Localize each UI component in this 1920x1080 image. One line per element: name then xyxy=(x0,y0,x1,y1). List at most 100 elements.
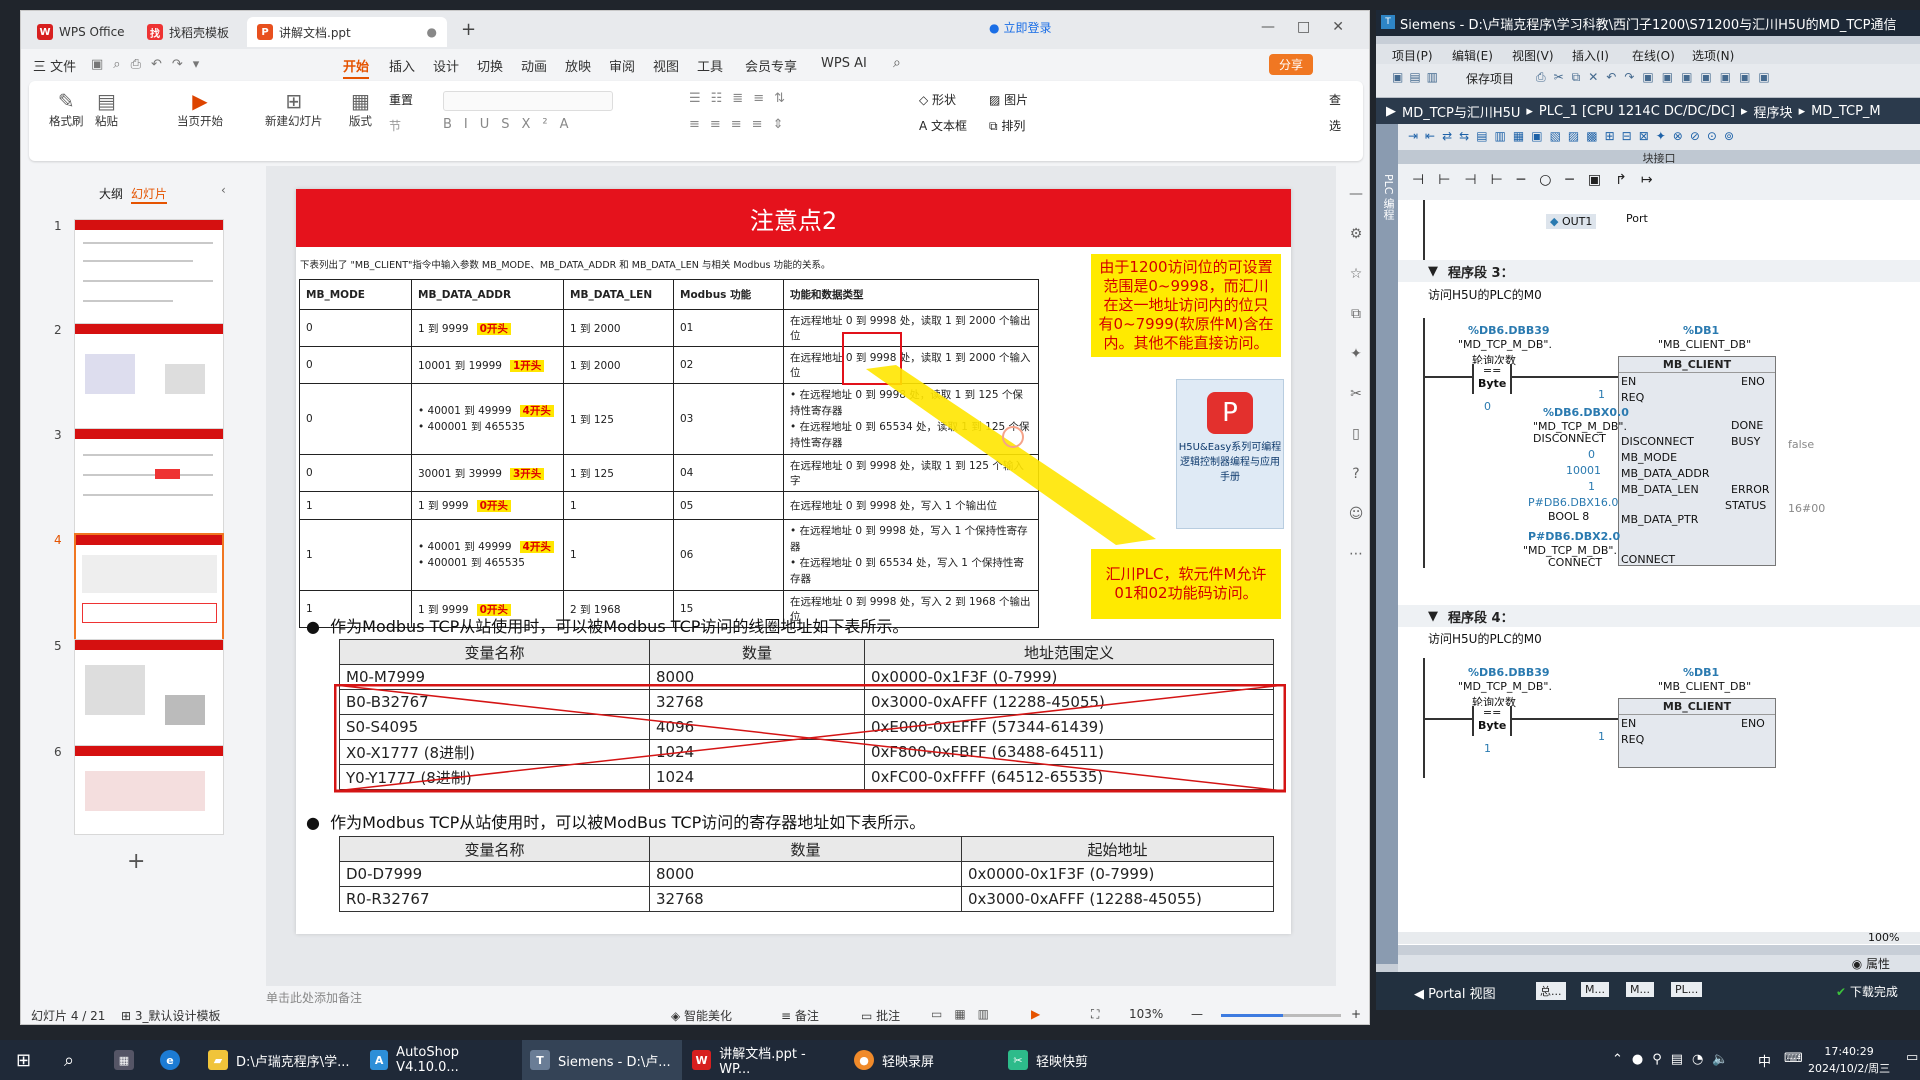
breadcrumb-item[interactable]: PLC_1 [CPU 1214C DC/DC/DC] xyxy=(1539,104,1735,119)
tab-wps-office[interactable]: W WPS Office xyxy=(27,17,135,47)
search-button[interactable]: ⌕ xyxy=(56,1040,82,1080)
ladder-element-icons[interactable]: ⊣⊢⊣⊢─○─▣↱↦ xyxy=(1412,172,1667,188)
browser-button[interactable]: e xyxy=(152,1040,188,1080)
minus-icon[interactable]: — xyxy=(1347,186,1365,204)
paste-button[interactable]: ▤ 粘贴 xyxy=(95,89,118,129)
clock[interactable]: 17:40:29 2024/10/2/周三 xyxy=(1808,1043,1890,1077)
help-icon[interactable]: ? xyxy=(1347,466,1365,484)
compare-contact[interactable]: == Byte xyxy=(1472,706,1513,736)
toolbar-file-icons[interactable]: ▣▤▥ xyxy=(1392,70,1444,84)
paragraph-icons[interactable]: ☰☷≣≡⇅ xyxy=(689,91,795,106)
play-from-current-button[interactable]: ▶ 当页开始 xyxy=(177,89,223,129)
menu-transition[interactable]: 切换 xyxy=(477,56,503,75)
picture-button[interactable]: ▨ 图片 xyxy=(989,91,1028,108)
ime-indicator[interactable]: 中 xyxy=(1758,1051,1771,1070)
zoom-in-icon[interactable]: + xyxy=(1351,1007,1361,1021)
save-project-button[interactable]: 保存项目 xyxy=(1466,70,1514,87)
outline-tab[interactable]: 大纲 xyxy=(99,185,123,202)
slide-thumbnail-1[interactable] xyxy=(74,219,224,331)
network-4-header[interactable]: ▼ 程序段 4： xyxy=(1398,605,1920,627)
find-button[interactable]: 查 xyxy=(1329,91,1341,108)
calculator-button[interactable]: ▦ xyxy=(106,1040,142,1080)
properties-tab[interactable]: ◉ 属性 xyxy=(1398,955,1920,972)
menu-wps-ai[interactable]: WPS AI xyxy=(821,56,867,71)
editor-tab[interactable]: M... xyxy=(1626,982,1654,997)
slide-thumbnail-4-selected[interactable] xyxy=(74,533,224,645)
layout-button[interactable]: ▦ 版式 xyxy=(349,89,372,129)
login-button[interactable]: ● 立即登录 xyxy=(989,19,1052,36)
zoom-select[interactable]: 100% xyxy=(1868,931,1899,944)
taskbar-explorer[interactable]: ▰ D:\卢瑞克程序\学... xyxy=(200,1040,360,1080)
menu-file[interactable]: 三 文件 xyxy=(33,56,76,75)
block-toolbar-icons[interactable]: ⇥⇤⇄⇆▤▥▦▣▧▨▩⊞⊟⊠✦⊗⊘⊙⊚ xyxy=(1408,129,1741,143)
menu-review[interactable]: 审阅 xyxy=(609,56,635,75)
ladder-editor-workspace[interactable]: ◆ OUT1 Port ▼ 程序段 3： 访问H5U的PLC的M0 %DB6.DB… xyxy=(1398,200,1920,945)
breadcrumb-item[interactable]: 程序块 xyxy=(1754,102,1793,121)
menu-slideshow[interactable]: 放映 xyxy=(565,56,591,75)
section-button[interactable]: 节 xyxy=(389,117,401,134)
menu-view[interactable]: 视图(V) xyxy=(1512,47,1554,64)
collapse-panel-icon[interactable]: ‹ xyxy=(221,183,226,197)
menu-options[interactable]: 选项(N) xyxy=(1692,47,1734,64)
horizontal-scrollbar[interactable] xyxy=(1398,932,1920,944)
comment-button[interactable]: ▭ 批注 xyxy=(861,1007,900,1024)
layers-icon[interactable]: ⧉ xyxy=(1347,306,1365,324)
align-icons[interactable]: ≡≡≡≡⇕ xyxy=(689,117,793,132)
slide-thumbnail-6[interactable] xyxy=(74,745,224,835)
plc-programming-sidebar[interactable]: PLC 编程 xyxy=(1376,124,1398,964)
slide-thumbnail-2[interactable] xyxy=(74,323,224,435)
remark-button[interactable]: ≡ 备注 xyxy=(781,1007,819,1024)
robot-icon[interactable]: ☺ xyxy=(1347,506,1365,524)
more-icon[interactable]: ⋯ xyxy=(1347,546,1365,564)
menu-insert[interactable]: 插入(I) xyxy=(1572,47,1609,64)
taskbar-siemens[interactable]: T Siemens - D:\卢... xyxy=(522,1040,682,1080)
animation-icon[interactable]: ✦ xyxy=(1347,346,1365,364)
tools-icon[interactable]: ✂ xyxy=(1347,386,1365,404)
textbox-button[interactable]: A 文本框 xyxy=(919,117,967,134)
network-3-header[interactable]: ▼ 程序段 3： xyxy=(1398,260,1920,282)
view-mode-icons[interactable]: ▭▦▥ xyxy=(931,1007,1001,1021)
start-button[interactable]: ⊞ xyxy=(8,1040,39,1080)
arrange-button[interactable]: ⧉ 排列 xyxy=(989,117,1025,134)
new-slide-button[interactable]: ⊞ 新建幻灯片 xyxy=(265,89,323,129)
taskbar-recorder[interactable]: ● 轻映录屏 xyxy=(846,1040,996,1080)
horizontal-scrollbar[interactable] xyxy=(266,956,1336,964)
editor-tab[interactable]: PL... xyxy=(1671,982,1703,997)
fit-window-icon[interactable]: ⛶ xyxy=(1091,1007,1099,1022)
block-interface-bar[interactable]: 块接口 xyxy=(1398,150,1920,165)
editor-tab[interactable]: M... xyxy=(1581,982,1609,997)
slides-tab[interactable]: 幻灯片 xyxy=(131,185,168,204)
menu-start[interactable]: 开始 xyxy=(343,56,370,79)
menu-online[interactable]: 在线(O) xyxy=(1632,47,1675,64)
slide-4[interactable]: 注意点2 下表列出了 "MB_CLIENT"指令中输入参数 MB_MODE、MB… xyxy=(296,189,1291,934)
menu-tools[interactable]: 工具 xyxy=(697,56,723,75)
slide-thumbnail-5[interactable] xyxy=(74,639,224,751)
keyboard-icon[interactable]: ⌨ xyxy=(1784,1051,1803,1066)
share-button[interactable]: 分享 xyxy=(1269,54,1314,75)
zoom-out-icon[interactable]: — xyxy=(1191,1007,1203,1021)
select-button[interactable]: 选 xyxy=(1329,117,1341,134)
window-controls[interactable]: —□✕ xyxy=(1261,19,1366,35)
menu-vip[interactable]: 会员专享 xyxy=(745,56,797,75)
reset-button[interactable]: 重置 xyxy=(389,91,413,108)
mb-client-block[interactable]: MB_CLIENT EN ENO REQ xyxy=(1618,698,1776,768)
taskbar-autoshop[interactable]: A AutoShop V4.10.0... xyxy=(362,1040,522,1080)
menu-edit[interactable]: 编辑(E) xyxy=(1452,47,1493,64)
add-slide-icon[interactable]: + xyxy=(127,849,145,874)
portal-view-button[interactable]: ◀ Portal 视图 xyxy=(1414,983,1496,1002)
menu-design[interactable]: 设计 xyxy=(433,56,459,75)
menu-animation[interactable]: 动画 xyxy=(521,56,547,75)
smart-beautify-button[interactable]: ◈ 智能美化 xyxy=(671,1007,732,1024)
taskbar-wps[interactable]: W 讲解文档.ppt - WP... xyxy=(684,1040,844,1080)
notification-icon[interactable]: ▭ xyxy=(1906,1050,1918,1065)
breadcrumb-item[interactable]: MD_TCP与汇川H5U xyxy=(1402,102,1520,121)
callout-note-1[interactable]: 由于1200访问位的可设置范围是0~9998，而汇川在这一地址访问内的位只有0~… xyxy=(1091,254,1281,357)
manual-book-icon[interactable]: P H5U&Easy系列可编程逻辑控制器编程与应用手册 xyxy=(1176,379,1284,529)
system-tray-icons[interactable]: ⌃●⚲▤◔🔈 xyxy=(1612,1052,1738,1067)
compare-contact[interactable]: == Byte xyxy=(1472,364,1513,394)
callout-note-2[interactable]: 汇川PLC，软元件M允许01和02功能码访问。 xyxy=(1091,549,1281,619)
toolbar-edit-icons[interactable]: ⎙✂⧉✕↶↷▣▣▣▣▣▣▣ xyxy=(1536,70,1778,85)
menu-insert[interactable]: 插入 xyxy=(389,56,415,75)
close-tab-icon[interactable]: ● xyxy=(427,25,437,39)
taskbar-editor[interactable]: ✂ 轻映快剪 xyxy=(1000,1040,1150,1080)
